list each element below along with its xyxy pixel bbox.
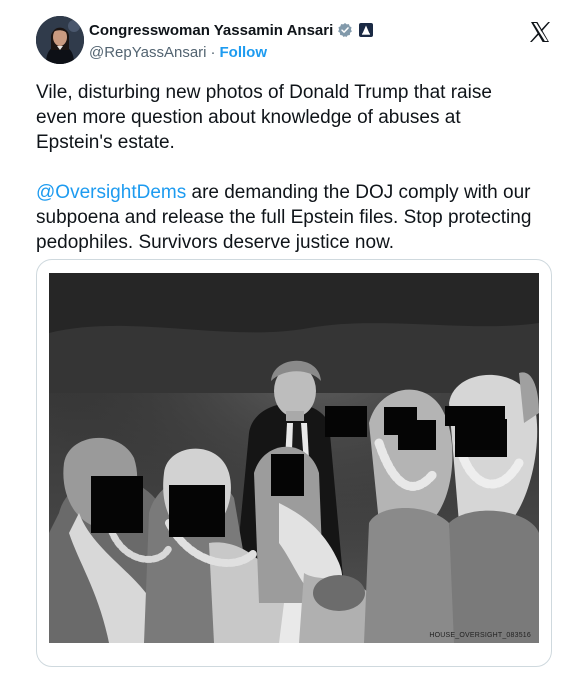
avatar[interactable]	[36, 16, 84, 64]
x-logo-icon[interactable]	[528, 20, 552, 44]
photo[interactable]: HOUSE_OVERSIGHT_083516	[49, 273, 539, 643]
handle-row: @RepYassAnsari · Follow	[89, 44, 267, 61]
photo-caption: HOUSE_OVERSIGHT_083516	[429, 632, 531, 639]
mention-link[interactable]: @OversightDems	[36, 182, 186, 203]
verified-badge-icon[interactable]	[337, 22, 353, 38]
media-card[interactable]: HOUSE_OVERSIGHT_083516	[36, 259, 552, 667]
tweet-header: Congresswoman Yassamin Ansari @RepYassAn…	[36, 14, 556, 66]
separator-dot: ·	[210, 44, 216, 61]
government-badge-icon[interactable]	[359, 23, 374, 37]
name-row: Congresswoman Yassamin Ansari	[89, 20, 374, 40]
tweet-paragraph-1: Vile, disturbing new photos of Donald Tr…	[36, 82, 492, 153]
tweet-text: Vile, disturbing new photos of Donald Tr…	[36, 80, 536, 255]
avatar-image	[36, 16, 84, 64]
follow-button[interactable]: Follow	[220, 44, 268, 61]
handle[interactable]: @RepYassAnsari	[89, 44, 207, 61]
tweet-card: Congresswoman Yassamin Ansari @RepYassAn…	[0, 0, 570, 679]
photo-image	[49, 273, 539, 643]
tweet-paragraph-2: @OversightDems are demanding the DOJ com…	[36, 180, 536, 255]
display-name[interactable]: Congresswoman Yassamin Ansari	[89, 22, 333, 39]
